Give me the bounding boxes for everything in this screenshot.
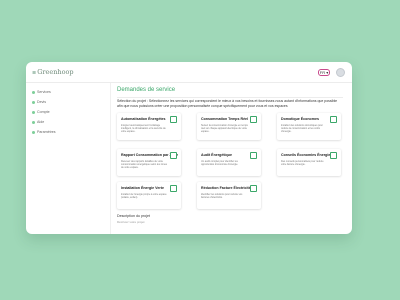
sidebar-item-label: Paramètres (37, 130, 56, 134)
chevron-down-icon: ▾ (326, 70, 329, 75)
quote-icon (32, 100, 35, 104)
project-description-input[interactable]: Décrivez votre projet (117, 220, 343, 232)
service-description: Installez de l'énergie propre à votre es… (121, 193, 167, 199)
service-checkbox[interactable] (170, 116, 177, 123)
logo-text: Greenhoop (37, 68, 74, 76)
service-card[interactable]: Rapport Consommation par Zone Recevez de… (117, 149, 181, 176)
service-title: Automatisation Énergétes (121, 117, 166, 121)
service-description: Suivez la consommation d'énergie en temp… (201, 124, 248, 133)
main-content: Demandes de service Sélection du projet … (110, 83, 349, 234)
sidebar-item-aide[interactable]: Aide (32, 119, 102, 125)
sidebar-item-devis[interactable]: Devis (32, 99, 102, 105)
service-card[interactable]: Consommation Temps Réel Suivez la consom… (197, 113, 261, 140)
service-title: Installation Énergie Verte (121, 186, 164, 190)
project-description-placeholder: Décrivez votre projet (117, 220, 145, 224)
sidebar-item-label: Compte (37, 110, 50, 114)
service-description: Recevez des rapports détaillés de votre … (121, 160, 167, 169)
user-avatar[interactable] (336, 68, 345, 77)
top-bar: ≡Greenhoop FR ▾ (26, 62, 352, 83)
services-icon (32, 90, 35, 94)
service-checkbox[interactable] (250, 116, 257, 123)
sidebar-item-compte[interactable]: Compte (32, 109, 102, 115)
service-title: Domotique Économes (281, 117, 319, 121)
service-checkbox[interactable] (330, 152, 337, 159)
sidebar: Services Devis Compte Aide Paramètres (26, 83, 106, 234)
settings-icon (32, 130, 35, 134)
app-logo[interactable]: ≡Greenhoop (32, 68, 74, 77)
service-checkbox[interactable] (170, 152, 177, 159)
service-title: Réduction Facture Électricité (201, 186, 251, 190)
service-checkbox[interactable] (170, 185, 177, 192)
service-checkbox[interactable] (250, 185, 257, 192)
service-card[interactable]: Domotique Économes Installez des solutio… (277, 113, 341, 140)
menu-icon[interactable]: ≡ (32, 70, 36, 76)
service-card[interactable]: Audit Énergétique Un audit complet pour … (197, 149, 261, 176)
account-icon (32, 110, 35, 114)
language-value: FR (319, 70, 326, 75)
service-card[interactable]: Automatisation Énergétes Intégrez automa… (117, 113, 181, 140)
intro-text: Sélection du projet : Sélectionnez les s… (117, 99, 338, 108)
service-card[interactable]: Installation Énergie Verte Installez de … (117, 182, 181, 209)
service-description: Installez des solutions domotiques pour … (281, 124, 323, 133)
help-icon (32, 120, 35, 124)
sidebar-item-parametres[interactable]: Paramètres (32, 129, 102, 135)
service-checkbox[interactable] (250, 152, 257, 159)
language-select[interactable]: FR ▾ (318, 69, 330, 76)
service-title: Consommation Temps Réel (201, 117, 249, 121)
page-title: Demandes de service (117, 87, 176, 93)
sidebar-item-services[interactable]: Services (32, 89, 102, 95)
sidebar-item-label: Services (37, 90, 51, 94)
sidebar-item-label: Devis (37, 100, 46, 104)
service-card[interactable]: Conseils Économies Énergie Des conseils … (277, 149, 341, 176)
project-description-label: Description du projet (117, 214, 150, 218)
sidebar-item-label: Aide (37, 120, 45, 124)
service-description: Identifiez les solutions pour réduire vo… (201, 193, 243, 199)
service-title: Conseils Économies Énergie (281, 153, 331, 157)
service-description: Un audit complet pour identifier les opp… (201, 160, 239, 166)
title-divider (117, 97, 343, 98)
service-title: Rapport Consommation par Zone (121, 153, 179, 157)
service-title: Audit Énergétique (201, 153, 232, 157)
service-checkbox[interactable] (330, 116, 337, 123)
service-description: Intégrez automatiquement l'éclairage int… (121, 124, 166, 133)
app-window: ≡Greenhoop FR ▾ Services Devis Compte Ai… (26, 62, 352, 234)
service-description: Des conseils personnalisés pour réduire … (281, 160, 324, 166)
service-card[interactable]: Réduction Facture Électricité Identifiez… (197, 182, 261, 209)
